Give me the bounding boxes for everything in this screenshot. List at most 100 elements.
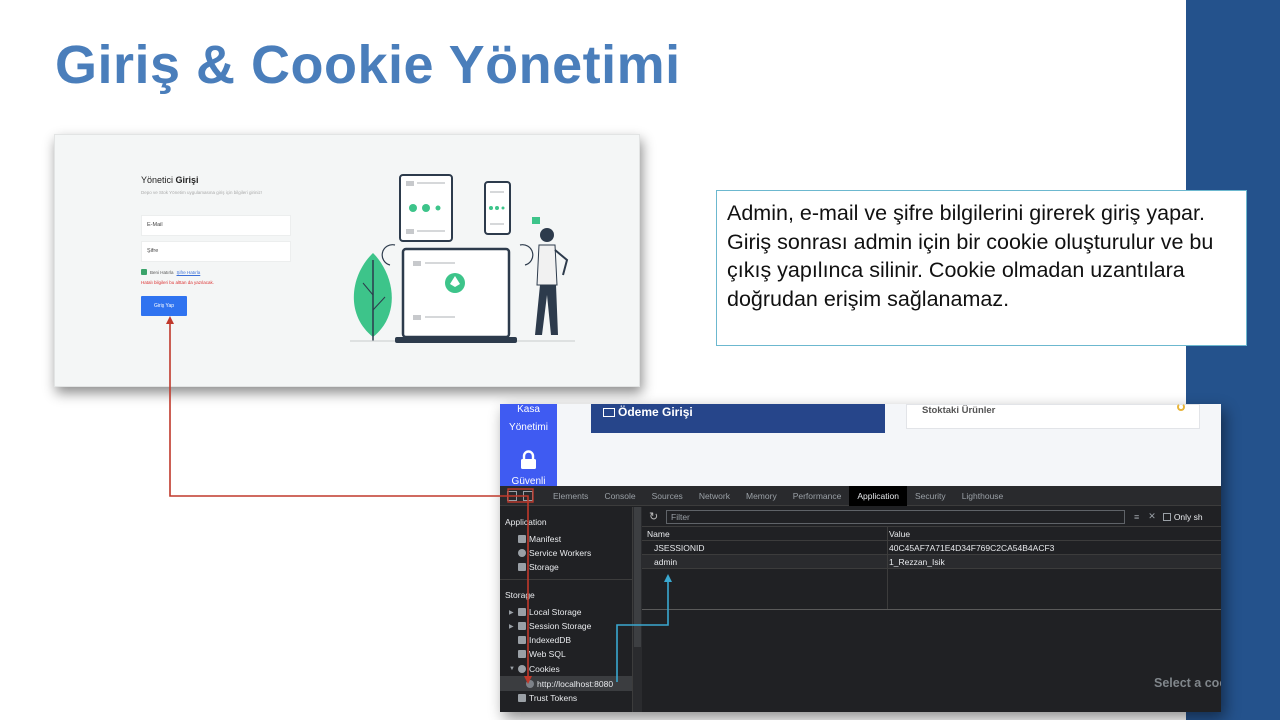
remember-checkbox[interactable] — [141, 269, 147, 275]
stok-status-icon — [1177, 404, 1185, 411]
cookie-value: 40C45AF7A71E4D34F769C2CA54B4ACF3 — [889, 543, 1055, 553]
grid-icon — [518, 608, 526, 616]
collapse-arrow-icon[interactable]: ▼ — [509, 666, 515, 672]
table-header: Name Value — [642, 527, 1221, 541]
sidebar-item-cookies[interactable]: Cookies — [518, 664, 560, 674]
checkbox[interactable] — [1162, 512, 1171, 521]
email-field[interactable]: E-Mail — [141, 215, 291, 236]
tab-memory[interactable]: Memory — [738, 486, 785, 506]
devtools-sidebar: Application Manifest Service Workers Sto… — [500, 507, 633, 712]
scrollbar-thumb[interactable] — [634, 507, 641, 647]
cookie-name: JSESSIONID — [654, 543, 705, 553]
storage-section-header: Storage — [505, 590, 535, 600]
sidebar-item-label: Service Workers — [529, 548, 592, 558]
sidebar-item-label: http://localhost:8080 — [537, 679, 614, 689]
sidebar-item-label: Session Storage — [529, 621, 592, 631]
slide: Giriş & Cookie Yönetimi Yönetici Girişi … — [0, 0, 1280, 720]
select-cookie-hint: Select a coo — [1154, 676, 1221, 690]
sidebar-item-web-sql[interactable]: Web SQL — [518, 649, 566, 659]
login-heading-bold: Girişi — [175, 175, 199, 185]
devtools-tabbar: Elements Console Sources Network Memory … — [500, 485, 1221, 506]
tab-security[interactable]: Security — [907, 486, 954, 506]
stok-card[interactable]: Stoktaki Ürünler — [906, 404, 1200, 429]
column-header-value[interactable]: Value — [889, 529, 910, 539]
database-icon — [518, 636, 526, 644]
password-field[interactable]: Şifre — [141, 241, 291, 262]
sidebar-item-label: Local Storage — [529, 607, 582, 617]
tab-lighthouse[interactable]: Lighthouse — [954, 486, 1012, 506]
gear-icon — [518, 549, 526, 557]
table-bottom-divider — [642, 609, 1221, 610]
tab-sources[interactable]: Sources — [644, 486, 691, 506]
cookie-icon — [518, 665, 526, 673]
remember-label: Beni Hatırla — [150, 269, 174, 275]
column-header-name[interactable]: Name — [647, 529, 670, 539]
callout-box: Admin, e-mail ve şifre bilgilerini girer… — [716, 190, 1247, 346]
sidebar-item-label: Cookies — [529, 664, 560, 674]
sidebar-kasa-label: Kasa — [517, 404, 540, 415]
device-toggle-icon[interactable] — [523, 490, 533, 501]
manifest-icon — [518, 535, 526, 543]
leaf-icon — [353, 253, 392, 341]
sidebar-item-storage[interactable]: Storage — [518, 562, 559, 572]
login-button[interactable]: Giriş Yap — [141, 296, 187, 316]
sidebar-item-label: IndexedDB — [529, 635, 572, 645]
table-row[interactable]: admin 1_Rezzan_Isik — [642, 555, 1221, 569]
expand-arrow-icon[interactable]: ▶ — [509, 609, 514, 616]
app-sidebar: Kasa Yönetimi Güvenli — [500, 404, 557, 487]
odeme-card[interactable]: Ödeme Girişi — [591, 404, 885, 433]
person-illustration — [532, 217, 569, 335]
forgot-password-link[interactable]: Şifre Hatırla — [177, 270, 201, 275]
table-row[interactable]: JSESSIONID 40C45AF7A71E4D34F769C2CA54B4A… — [642, 541, 1221, 555]
grid-icon — [518, 622, 526, 630]
login-subtitle: Depo ve Stok Yönetim uygulamasına giriş … — [141, 190, 262, 195]
sidebar-item-trust-tokens[interactable]: Trust Tokens — [518, 693, 577, 703]
sidebar-item-local-storage[interactable]: Local Storage — [518, 607, 581, 617]
refresh-icon[interactable]: ↻ — [649, 510, 661, 523]
remember-me-row[interactable]: Beni Hatırla Şifre Hatırla — [141, 269, 200, 275]
filter-input[interactable]: Filter — [666, 509, 1125, 524]
sidebar-item-cookie-origin[interactable]: http://localhost:8080 — [526, 679, 613, 689]
sidebar-yonetimi-label: Yönetimi — [509, 422, 548, 433]
tab-network[interactable]: Network — [691, 486, 738, 506]
column-divider — [887, 527, 888, 609]
sidebar-item-service-workers[interactable]: Service Workers — [518, 548, 591, 558]
sidebar-scrollbar[interactable] — [633, 507, 642, 712]
sidebar-item-label: Trust Tokens — [529, 693, 578, 703]
only-show-toggle[interactable]: Only sh — [1162, 512, 1203, 522]
lock-icon — [521, 450, 536, 469]
close-icon[interactable]: ✕ — [1148, 511, 1156, 522]
tablet-icon — [399, 174, 453, 242]
database-icon — [518, 563, 526, 571]
phone-icon — [484, 181, 511, 235]
sidebar-item-indexeddb[interactable]: IndexedDB — [518, 635, 571, 645]
application-section-header: Application — [505, 517, 547, 527]
cookie-table: Name Value JSESSIONID 40C45AF7A71E4D34F7… — [642, 527, 1221, 610]
login-heading-prefix: Yönetici — [141, 175, 176, 185]
sidebar-divider — [500, 579, 633, 580]
login-error-text: Hatalı bilgileri bu alttan da yazılacak. — [141, 280, 215, 285]
database-icon — [518, 650, 526, 658]
sidebar-item-manifest[interactable]: Manifest — [518, 534, 561, 544]
devtools-screenshot: Kasa Yönetimi Güvenli Ödeme Girişi Stokt… — [500, 404, 1221, 712]
sidebar-item-label: Manifest — [529, 534, 562, 544]
tab-elements[interactable]: Elements — [545, 486, 596, 506]
card-icon — [603, 408, 615, 417]
clear-filtered-icon[interactable]: ≡ — [1134, 512, 1139, 522]
expand-arrow-icon[interactable]: ▶ — [509, 623, 514, 630]
login-illustration — [350, 174, 575, 343]
tab-application[interactable]: Application — [849, 485, 907, 506]
inspect-icon[interactable] — [507, 490, 517, 501]
sidebar-item-label: Web SQL — [529, 649, 566, 659]
devtools-tool-icons — [500, 490, 545, 501]
tab-console[interactable]: Console — [596, 486, 643, 506]
sidebar-item-session-storage[interactable]: Session Storage — [518, 621, 591, 631]
laptop-icon — [395, 247, 517, 343]
cookie-icon — [526, 680, 534, 688]
cookie-name: admin — [654, 557, 678, 567]
odeme-title: Ödeme Girişi — [618, 405, 693, 419]
slide-title: Giriş & Cookie Yönetimi — [55, 35, 681, 95]
stok-title: Stoktaki Ürünler — [922, 405, 996, 416]
tab-performance[interactable]: Performance — [785, 486, 850, 506]
login-screenshot: Yönetici Girişi Depo ve Stok Yönetim uyg… — [54, 134, 640, 387]
